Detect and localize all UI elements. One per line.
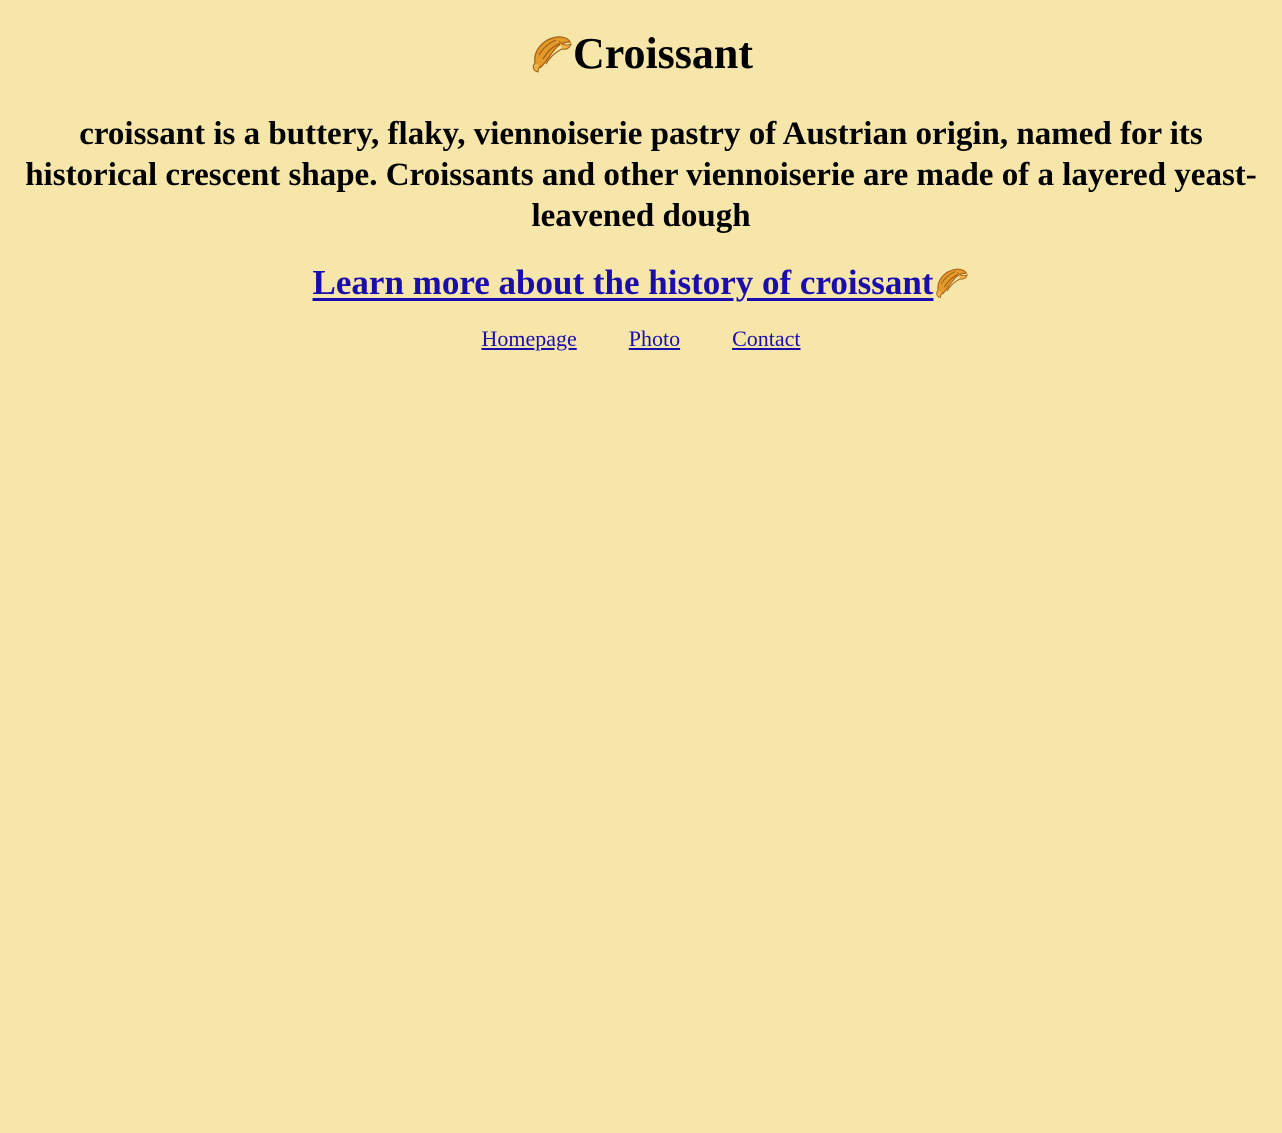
page: Croissant croissant is a buttery, flaky,… (0, 0, 1282, 352)
nav-link-photo[interactable]: Photo (629, 326, 680, 352)
history-link[interactable]: Learn more about the history of croissan… (313, 262, 970, 304)
title-text: Croissant (572, 29, 754, 78)
intro-text: croissant is a buttery, flaky, viennoise… (25, 116, 1257, 234)
page-title: Croissant (10, 0, 1272, 80)
nav-link-contact[interactable]: Contact (732, 326, 800, 352)
nav-link-homepage[interactable]: Homepage (481, 326, 576, 352)
history-link-container: Learn more about the history of croissan… (10, 262, 1272, 304)
croissant-icon (529, 33, 573, 75)
history-link-label: Learn more about the history of croissan… (312, 263, 934, 302)
croissant-icon (933, 266, 969, 300)
nav-links: Homepage Photo Contact (10, 326, 1272, 352)
